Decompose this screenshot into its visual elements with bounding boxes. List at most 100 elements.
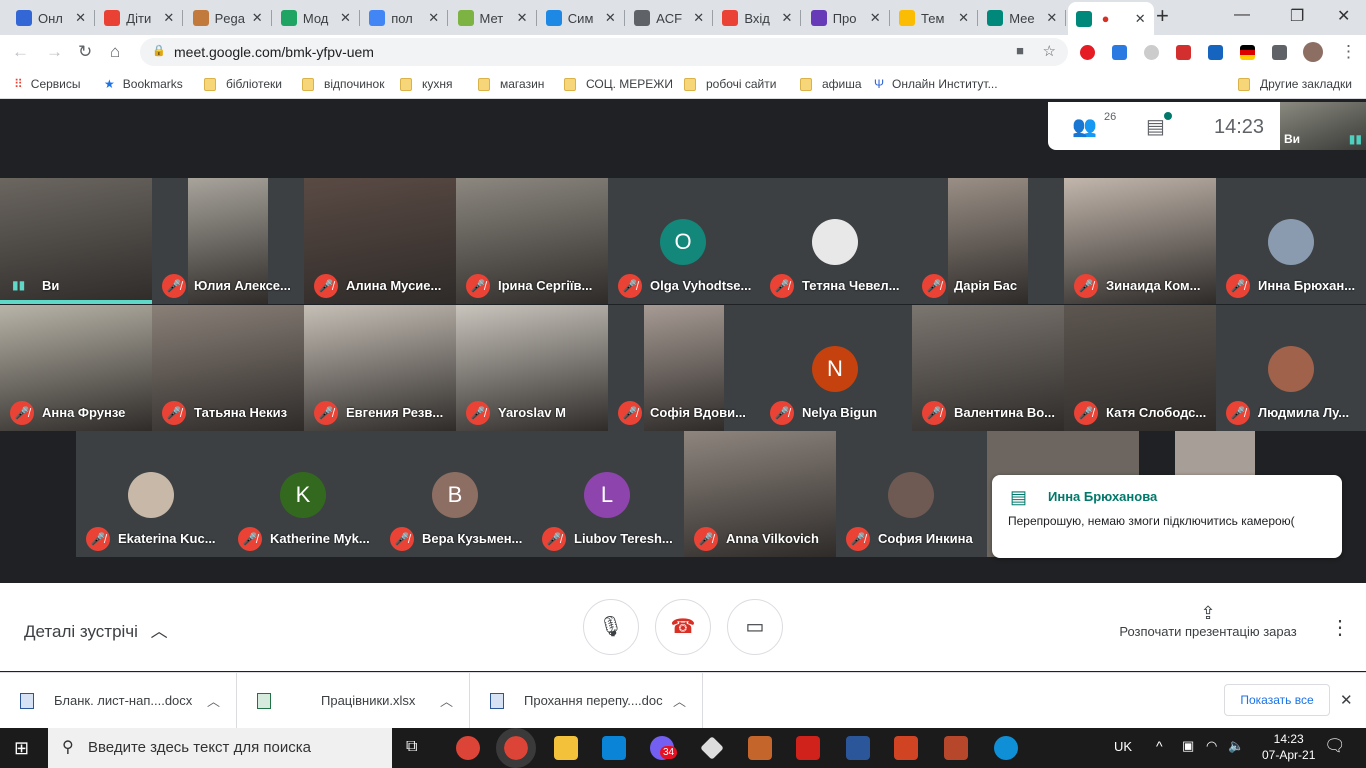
browser-tab[interactable]: Mee ✕	[979, 4, 1067, 32]
address-bar[interactable]: 🔒 meet.google.com/bmk-yfpv-uem ■ ☆	[140, 38, 1068, 66]
dropbox-icon[interactable]	[700, 736, 724, 760]
browser-tab[interactable]: пол ✕	[361, 4, 449, 32]
close-tab-icon[interactable]: ✕	[75, 10, 86, 26]
extension-icon[interactable]	[1112, 45, 1127, 60]
close-tab-icon[interactable]: ✕	[870, 10, 881, 26]
participant-tile[interactable]: ▮▮ Ви	[0, 178, 152, 304]
download-item[interactable]: Працівники.xlsx ︿	[237, 673, 470, 728]
new-tab-button[interactable]: +	[1156, 3, 1169, 29]
restore-button[interactable]: ❐	[1290, 6, 1304, 26]
meeting-details-button[interactable]: Деталі зустрічі ︿	[24, 617, 168, 642]
bookmark-item[interactable]: бібліотеки	[204, 77, 282, 91]
leave-call-button[interactable]: ☎	[655, 599, 711, 655]
browser-tab[interactable]: Тем ✕	[891, 4, 978, 32]
participant-tile[interactable]: 🎤̸ Алина Мусие...	[304, 178, 456, 304]
close-downloads-icon[interactable]: ✕	[1340, 691, 1353, 709]
libreoffice-impress-icon[interactable]	[748, 736, 772, 760]
browser-tab[interactable]: ● ✕	[1067, 2, 1154, 35]
download-item[interactable]: Прохання перепу....doc ︿	[470, 673, 703, 728]
close-tab-icon[interactable]: ✕	[163, 10, 174, 26]
participant-tile[interactable]: 🎤̸ Anna Vilkovich	[684, 431, 836, 557]
close-tab-icon[interactable]: ✕	[1135, 11, 1146, 27]
microphone-button[interactable]: 🎙	[583, 599, 639, 655]
show-all-button[interactable]: Показать все	[1224, 684, 1330, 716]
participant-tile[interactable]: 🎤̸ Yaroslav M	[456, 305, 608, 431]
close-window-button[interactable]: ✕	[1337, 6, 1350, 26]
bookmark-item[interactable]: магазин	[478, 77, 544, 91]
home-icon[interactable]: ⌂	[110, 42, 120, 62]
minimize-button[interactable]: —	[1234, 6, 1250, 24]
browser-tab[interactable]: Сим ✕	[538, 4, 625, 32]
participant-tile[interactable]: 🎤̸ Инна Брюхан...	[1216, 178, 1366, 304]
wifi-icon[interactable]: ◠	[1206, 738, 1217, 754]
download-item[interactable]: Бланк. лист-нап....docx ︿	[0, 673, 237, 728]
chat-icon[interactable]: ▤	[1146, 114, 1165, 139]
participant-tile[interactable]: 🎤̸ Дарія Бас	[912, 178, 1064, 304]
close-tab-icon[interactable]: ✕	[1046, 10, 1057, 26]
extension-icon[interactable]	[1144, 45, 1159, 60]
chat-notification[interactable]: ▤ Инна Брюханова Перепрошую, немаю змоги…	[992, 475, 1342, 558]
word-icon[interactable]	[846, 736, 870, 760]
browser-tab[interactable]: Pega ✕	[185, 4, 272, 32]
close-tab-icon[interactable]: ✕	[693, 10, 704, 26]
meet-now-icon[interactable]: ▣	[1182, 738, 1194, 754]
people-icon[interactable]: 👥	[1072, 114, 1097, 139]
participant-tile[interactable]: 🎤̸ Тетяна Чевел...	[760, 178, 912, 304]
powerpoint-icon[interactable]	[894, 736, 918, 760]
participant-tile[interactable]: 🎤̸ Евгения Резв...	[304, 305, 456, 431]
browser-tab[interactable]: Вхід ✕	[714, 4, 802, 32]
participant-tile[interactable]: 🎤̸ Ekaterina Kuc...	[76, 431, 228, 557]
back-icon[interactable]: ←	[12, 42, 29, 62]
participant-tile[interactable]: 🎤̸ Людмила Лу...	[1216, 305, 1366, 431]
browser-tab[interactable]: Мод ✕	[273, 4, 360, 32]
puzzle-icon[interactable]	[1272, 45, 1287, 60]
browser-tab[interactable]: Про ✕	[803, 4, 890, 32]
participant-tile[interactable]: 🎤̸ Валентина Во...	[912, 305, 1064, 431]
participant-tile[interactable]: 🎤̸ Зинаида Ком...	[1064, 178, 1216, 304]
other-bookmarks[interactable]: Другие закладки	[1238, 77, 1352, 91]
chrome-icon[interactable]	[496, 728, 536, 768]
browser-tab[interactable]: ACF ✕	[626, 4, 714, 32]
bookmark-star-icon[interactable]: ☆	[1043, 42, 1056, 60]
close-tab-icon[interactable]: ✕	[605, 10, 616, 26]
present-now-button[interactable]: ⇪ Розпочати презентацію зараз	[1114, 603, 1302, 639]
file-explorer-icon[interactable]	[554, 736, 578, 760]
browser-tab[interactable]: Онл ✕	[8, 4, 95, 32]
notifications-icon[interactable]: 🗨	[1324, 736, 1346, 756]
self-preview[interactable]: Ви ▮▮	[1280, 102, 1366, 150]
bookmark-item[interactable]: кухня	[400, 77, 453, 91]
bookmark-item[interactable]: афиша	[800, 77, 862, 91]
chevron-up-icon[interactable]: ︿	[440, 691, 453, 710]
close-tab-icon[interactable]: ✕	[958, 10, 969, 26]
participant-tile[interactable]: 🎤̸ София Инкина	[836, 431, 988, 557]
tray-chevron-icon[interactable]: ^	[1156, 738, 1163, 754]
close-tab-icon[interactable]: ✕	[517, 10, 528, 26]
participant-tile[interactable]: K 🎤̸ Katherine Myk...	[228, 431, 380, 557]
system-clock[interactable]: 14:23 07-Apr-21	[1262, 731, 1315, 763]
image-viewer-icon[interactable]	[944, 736, 968, 760]
task-view-icon[interactable]: ⧉	[406, 738, 417, 756]
close-tab-icon[interactable]: ✕	[428, 10, 439, 26]
extension-icon[interactable]	[1240, 45, 1255, 60]
bookmark-item[interactable]: робочі сайти	[684, 77, 776, 91]
participant-tile[interactable]: 🎤̸ Софія Вдови...	[608, 305, 760, 431]
participant-tile[interactable]: O 🎤̸ Olga Vyhodtse...	[608, 178, 760, 304]
taskbar-search-input[interactable]: ⚲ Введите здесь текст для поиска	[48, 728, 392, 768]
participant-tile[interactable]: 🎤̸ Анна Фрунзе	[0, 305, 152, 431]
windows-start-icon[interactable]: ⊞	[14, 738, 29, 759]
edge-icon[interactable]	[994, 736, 1018, 760]
participant-tile[interactable]: 🎤̸ Юлия Алексе...	[152, 178, 304, 304]
participant-tile[interactable]: 🎤̸ Татьяна Некиз	[152, 305, 304, 431]
more-options-icon[interactable]: ⋮	[1330, 615, 1350, 640]
forward-icon[interactable]: →	[46, 42, 63, 62]
extension-icon[interactable]	[1176, 45, 1191, 60]
chrome-icon[interactable]	[456, 736, 480, 760]
browser-tab[interactable]: Мет ✕	[450, 4, 537, 32]
volume-icon[interactable]: 🔈	[1228, 738, 1244, 754]
browser-tab[interactable]: Діти ✕	[96, 4, 184, 32]
mail-icon[interactable]	[602, 736, 626, 760]
extension-icon[interactable]	[1208, 45, 1223, 60]
acrobat-icon[interactable]	[796, 736, 820, 760]
reload-icon[interactable]: ↻	[78, 42, 92, 62]
chevron-up-icon[interactable]: ︿	[673, 691, 686, 710]
